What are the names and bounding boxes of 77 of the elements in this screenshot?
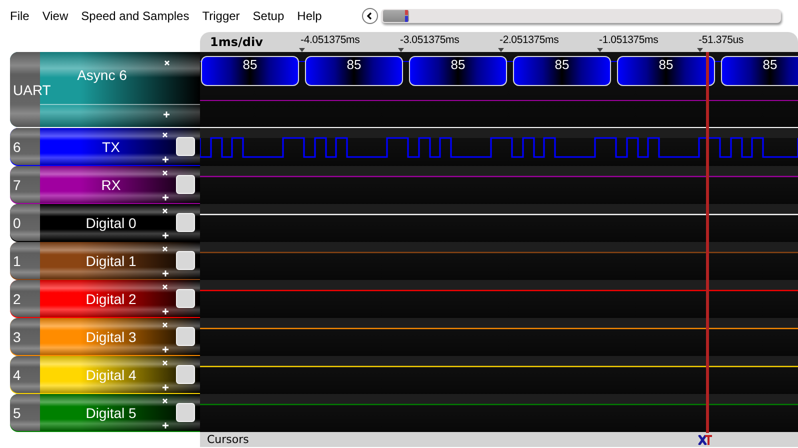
channel-label[interactable]: 7 RX xyxy=(10,166,200,204)
close-icon[interactable] xyxy=(162,360,168,366)
analyzer-name: Async 6 xyxy=(76,66,128,84)
channel-number: 2 xyxy=(13,290,21,306)
menu-item[interactable]: Speed and Samples xyxy=(81,9,190,23)
channel-name: Digital 2 xyxy=(84,290,138,306)
channel-number: 3 xyxy=(13,328,21,344)
channel-name: Digital 3 xyxy=(84,328,138,344)
menu-item[interactable]: Trigger xyxy=(202,9,240,23)
time-label: -4.051375ms xyxy=(300,34,360,46)
close-icon[interactable] xyxy=(162,132,168,138)
add-icon[interactable] xyxy=(162,270,169,277)
close-icon[interactable] xyxy=(162,208,168,214)
menu-item[interactable]: Help xyxy=(297,9,322,23)
scrollbar-track[interactable] xyxy=(380,9,781,23)
channel-checkbox[interactable] xyxy=(176,251,195,270)
time-label: -1.051375ms xyxy=(599,34,658,46)
decoded-value: 85 xyxy=(305,56,403,86)
decoded-value: 85 xyxy=(721,56,798,86)
add-icon[interactable] xyxy=(163,111,170,118)
channel-number: 6 xyxy=(13,138,21,154)
channel-checkbox[interactable] xyxy=(176,403,195,422)
time-label: -3.051375ms xyxy=(400,34,460,46)
channel-checkbox[interactable] xyxy=(176,213,195,232)
channel-name: Digital 0 xyxy=(84,214,138,230)
channel-name: RX xyxy=(100,176,122,192)
channel-number: 7 xyxy=(13,176,21,192)
close-icon[interactable] xyxy=(162,246,168,252)
channel-name: Digital 4 xyxy=(84,366,138,382)
add-icon[interactable] xyxy=(162,384,169,391)
scroll-left-button[interactable] xyxy=(362,8,378,24)
channel-checkbox[interactable] xyxy=(176,137,195,156)
close-icon[interactable] xyxy=(164,60,170,66)
close-icon[interactable] xyxy=(162,398,168,404)
add-icon[interactable] xyxy=(162,308,169,315)
channel-label[interactable]: 2 Digital 2 xyxy=(10,280,200,318)
decoded-value: 85 xyxy=(513,56,611,86)
channel-label[interactable]: 3 Digital 3 xyxy=(10,318,200,356)
add-icon[interactable] xyxy=(162,422,169,429)
channel-checkbox[interactable] xyxy=(176,327,195,346)
channel-label[interactable]: 0 Digital 0 xyxy=(10,204,200,242)
channel-label[interactable]: 6 TX xyxy=(10,128,200,166)
channel-number: 0 xyxy=(13,214,21,230)
close-icon[interactable] xyxy=(162,322,168,328)
decoded-value: 85 xyxy=(409,56,507,86)
caret-icon xyxy=(366,12,374,20)
time-label: -2.051375ms xyxy=(500,34,559,46)
channel-label[interactable]: 5 Digital 5 xyxy=(10,394,200,432)
time-label: -51.375us xyxy=(698,34,744,46)
menu-item[interactable]: View xyxy=(42,9,68,23)
decoded-value: 85 xyxy=(617,56,715,86)
close-icon[interactable] xyxy=(162,284,168,290)
menu-item[interactable]: File xyxy=(10,9,30,23)
channel-checkbox[interactable] xyxy=(176,365,195,384)
channel-checkbox[interactable] xyxy=(176,289,195,308)
cursors-label: Cursors xyxy=(207,433,249,446)
add-icon[interactable] xyxy=(162,156,169,163)
channel-name: Digital 1 xyxy=(84,252,138,268)
decoded-value: 85 xyxy=(201,56,299,86)
channel-label[interactable]: 4 Digital 4 xyxy=(10,356,200,394)
cursor-marker-icon[interactable] xyxy=(698,435,713,445)
scrollbar-thumb[interactable] xyxy=(382,10,409,22)
channel-label[interactable]: 1 Digital 1 xyxy=(10,242,200,280)
menu-item[interactable]: Setup xyxy=(252,9,284,23)
close-icon[interactable] xyxy=(162,170,168,176)
add-icon[interactable] xyxy=(162,232,169,239)
time-scale: 1ms/div xyxy=(210,34,264,51)
analyzer-group-label: UART xyxy=(13,82,51,98)
add-icon[interactable] xyxy=(162,346,169,353)
channel-name: TX xyxy=(101,138,121,154)
channel-checkbox[interactable] xyxy=(176,175,195,194)
channel-number: 5 xyxy=(13,404,21,420)
channel-number: 1 xyxy=(13,252,21,268)
channel-number: 4 xyxy=(13,366,21,382)
add-icon[interactable] xyxy=(162,194,169,201)
analyzer-label[interactable]: UART Async 6 xyxy=(10,52,200,127)
channel-name: Digital 5 xyxy=(84,404,138,420)
